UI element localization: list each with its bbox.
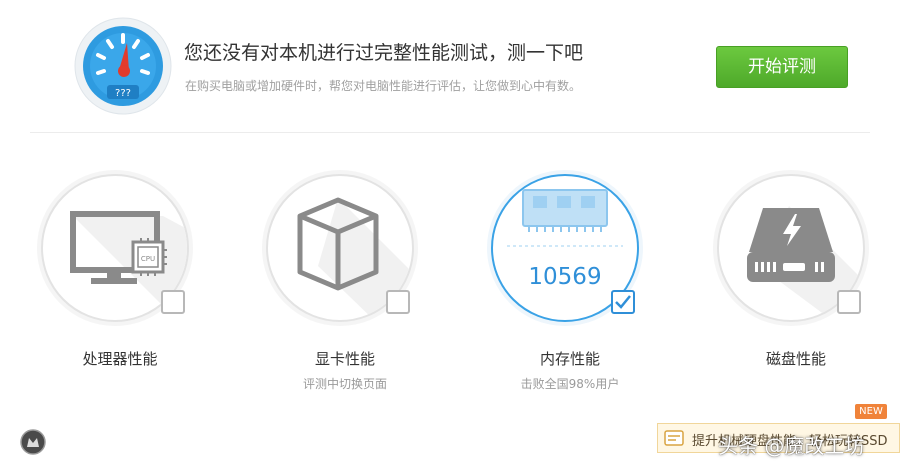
divider: [30, 132, 870, 133]
card-disk[interactable]: 磁盘性能: [696, 174, 896, 404]
card-gpu[interactable]: 显卡性能 评测中切换页面: [245, 174, 445, 404]
card-label: 显卡性能: [314, 350, 375, 368]
checkbox-memory[interactable]: [611, 290, 635, 314]
card-label: 处理器性能: [82, 350, 158, 368]
checkbox-cpu[interactable]: [161, 290, 185, 314]
gauge-text: ???: [115, 88, 131, 99]
card-label: 磁盘性能: [765, 350, 826, 368]
start-test-button[interactable]: 开始评测: [716, 46, 848, 88]
checkbox-disk[interactable]: [837, 290, 861, 314]
watermark: 头条 @魔改工坊: [718, 434, 865, 458]
memory-score: 10569: [528, 264, 602, 290]
card-sub: 击败全国98%用户: [520, 377, 620, 391]
new-badge: NEW: [855, 404, 887, 419]
ssd-icon: [664, 430, 684, 446]
speed-gauge-icon: ???: [74, 17, 172, 115]
checkmark-icon: [615, 295, 631, 309]
checkbox-gpu[interactable]: [386, 290, 410, 314]
card-cpu[interactable]: CPU 处理器性能: [20, 174, 220, 404]
cpu-badge-text: CPU: [141, 255, 155, 263]
headline: 您还没有对本机进行过完整性能测试，测一下吧: [184, 42, 584, 64]
subline: 在购买电脑或增加硬件时，帮您对电脑性能进行评估，让您做到心中有数。: [185, 79, 582, 93]
card-sub: 评测中切换页面: [302, 377, 387, 391]
test-banner: ??? 您还没有对本机进行过完整性能测试，测一下吧 在购买电脑或增加硬件时，帮您…: [0, 0, 900, 132]
card-label: 内存性能: [539, 350, 600, 368]
app-logo-icon[interactable]: [20, 429, 46, 455]
card-memory[interactable]: 10569 内存性能 击败全国98%用户: [470, 174, 670, 404]
